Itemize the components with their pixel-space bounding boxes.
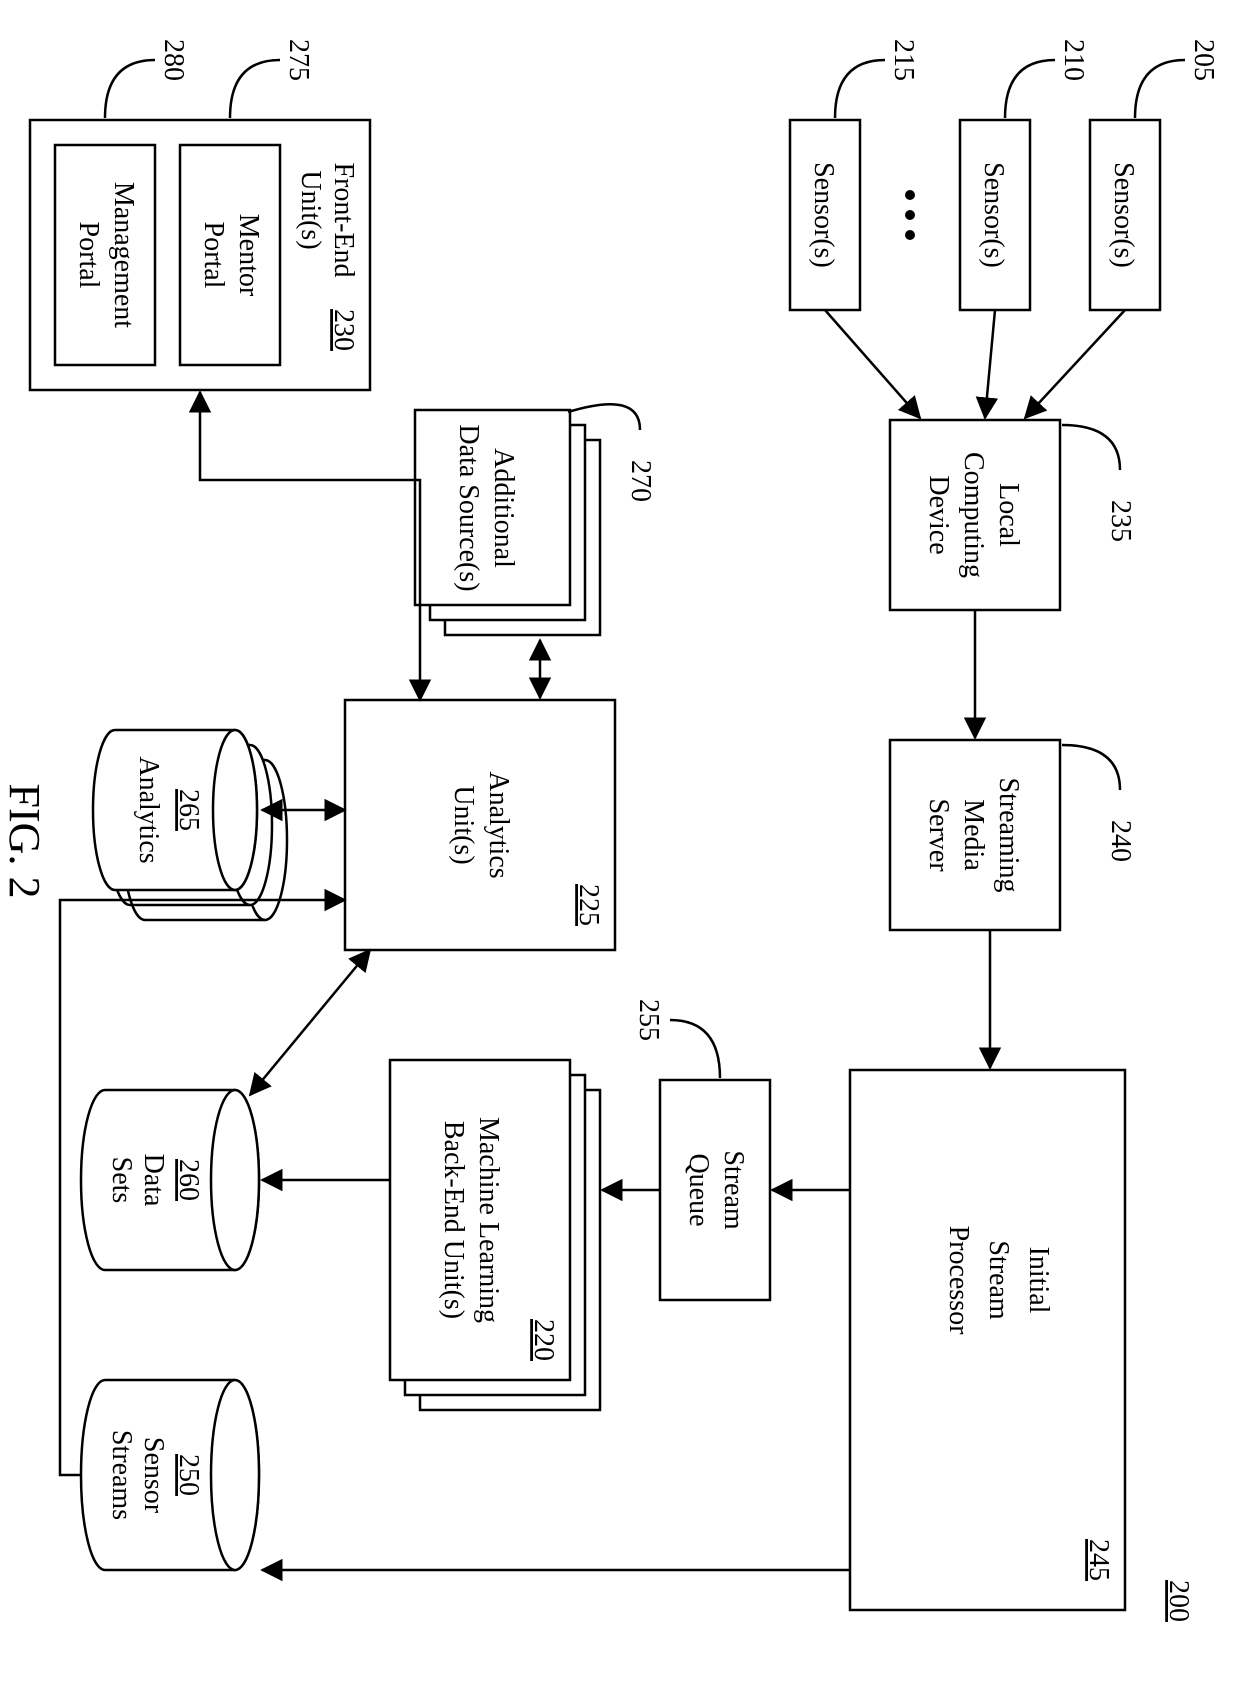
ml-stack: Machine Learning Back-End Unit(s) 220 <box>390 1060 600 1410</box>
sensors-2-label: Sensor(s) <box>978 162 1009 268</box>
arrow-s3-local <box>825 310 920 418</box>
ref-260: 260 <box>173 1159 204 1201</box>
ref-240: 240 <box>1105 820 1136 862</box>
overall-ref: 200 <box>1163 1580 1194 1622</box>
arrow-au-datasets <box>250 950 370 1095</box>
frontend-l1: Front-End <box>328 162 359 277</box>
ref-210: 210 <box>1058 39 1089 81</box>
analytics-db: 265 Analytics <box>93 730 287 920</box>
sensors-1-label: Sensor(s) <box>1108 162 1139 268</box>
leader-255 <box>670 1020 720 1078</box>
analytics-u-l2: Unit(s) <box>448 785 479 864</box>
ref-225: 225 <box>573 884 604 926</box>
add-src-l1: Additional <box>488 448 519 568</box>
local-device-l1: Local <box>993 483 1024 547</box>
leader-280 <box>105 60 155 118</box>
frontend-l2: Unit(s) <box>295 170 326 249</box>
arrow-s2-local <box>985 310 995 418</box>
ref-245: 245 <box>1083 1539 1114 1581</box>
media-server-l1: Streaming <box>993 777 1024 892</box>
media-server-l3: Server <box>923 798 954 872</box>
analytics-db-label: Analytics <box>133 756 164 863</box>
leader-210 <box>1005 60 1055 118</box>
leader-275 <box>230 60 280 118</box>
ref-220: 220 <box>528 1319 559 1361</box>
queue-l2: Queue <box>683 1153 714 1226</box>
arrow-s1-local <box>1025 310 1125 418</box>
mgmt-l2: Portal <box>73 222 104 289</box>
ml-l1: Machine Learning <box>473 1117 504 1323</box>
init-proc-l1: Initial <box>1023 1247 1054 1314</box>
ml-l2: Back-End Unit(s) <box>438 1121 469 1319</box>
ref-230: 230 <box>328 309 359 351</box>
ref-275: 275 <box>283 39 314 81</box>
local-device-l2: Computing <box>958 452 989 578</box>
mentor-box <box>180 145 280 365</box>
ref-280: 280 <box>158 39 189 81</box>
local-device-l3: Device <box>923 475 954 554</box>
media-server-l2: Media <box>958 799 989 871</box>
data-sets-db: 260 Data Sets <box>81 1090 259 1270</box>
leader-205 <box>1135 60 1185 118</box>
ref-235: 235 <box>1105 500 1136 542</box>
ref-205: 205 <box>1188 39 1219 81</box>
analytics-u-l1: Analytics <box>483 771 514 878</box>
streams-l2: Streams <box>106 1430 137 1520</box>
ref-215: 215 <box>888 39 919 81</box>
streams-l1: Sensor <box>138 1437 169 1514</box>
mgmt-l1: Management <box>108 182 139 328</box>
datasets-l1: Data <box>138 1154 169 1207</box>
queue-box <box>660 1080 770 1300</box>
ellipsis-dots <box>905 190 915 240</box>
ref-270: 270 <box>625 460 656 502</box>
arrow-au-frontend2 <box>200 392 420 700</box>
init-proc-l3: Processor <box>943 1226 974 1336</box>
sensors-3-label: Sensor(s) <box>808 162 839 268</box>
add-src-stack: Additional Data Source(s) <box>415 410 600 635</box>
leader-235 <box>1062 425 1120 470</box>
leader-215 <box>835 60 885 118</box>
ref-255: 255 <box>633 999 664 1041</box>
mgmt-box <box>55 145 155 365</box>
init-proc-box <box>850 1070 1125 1610</box>
mentor-l1: Mentor <box>233 214 264 297</box>
ref-265: 265 <box>173 789 204 831</box>
mentor-l2: Portal <box>198 222 229 289</box>
queue-l1: Stream <box>718 1150 749 1230</box>
figure-caption: FIG. 2 <box>0 784 49 899</box>
leader-240 <box>1062 745 1120 790</box>
ref-250: 250 <box>173 1454 204 1496</box>
sensor-streams-db: 250 Sensor Streams <box>81 1380 259 1570</box>
architecture-diagram: .bx{fill:#fff;stroke:#000;stroke-width:2… <box>0 0 1240 1682</box>
init-proc-l2: Stream <box>983 1240 1014 1320</box>
datasets-l2: Sets <box>106 1157 137 1204</box>
add-src-l2: Data Source(s) <box>453 424 484 591</box>
